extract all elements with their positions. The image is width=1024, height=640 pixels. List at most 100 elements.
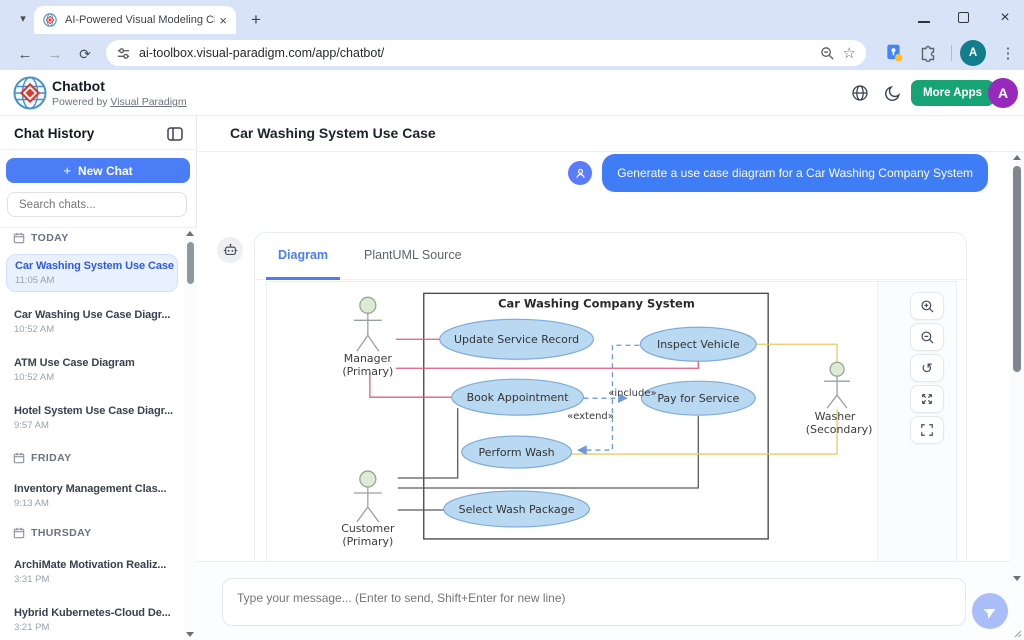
actor-name: Washer	[815, 410, 856, 423]
resize-grip[interactable]	[1012, 628, 1022, 638]
reload-button[interactable]: ⟳	[72, 41, 98, 67]
scroll-up-arrow[interactable]	[186, 231, 194, 236]
user-message-avatar	[568, 161, 592, 185]
globe-icon[interactable]	[851, 84, 869, 102]
scroll-up-arrow[interactable]	[1013, 155, 1021, 160]
chat-item[interactable]: ArchiMate Motivation Realiz... 3:31 PM	[6, 554, 178, 590]
page-zoom-icon[interactable]	[820, 46, 835, 61]
diagram-toolbar: ↺	[910, 292, 944, 444]
more-apps-button[interactable]: More Apps	[911, 80, 994, 106]
actor-washer	[824, 362, 850, 408]
section-header-today: TODAY	[13, 232, 69, 244]
browser-tab[interactable]: AI-Powered Visual Modeling Ch ×	[34, 6, 236, 34]
chat-item-time: 3:21 PM	[14, 622, 170, 633]
actor-customer	[354, 471, 382, 522]
plus-icon: +	[63, 163, 71, 178]
window-close-button[interactable]: ×	[995, 8, 1015, 28]
response-card: Diagram PlantUML Source	[254, 232, 967, 561]
send-button[interactable]	[972, 593, 1008, 629]
use-case-label: Book Appointment	[467, 391, 570, 404]
sidebar-scrollbar[interactable]	[184, 228, 197, 640]
chat-item-title: Car Washing Use Case Diagr...	[14, 309, 170, 321]
actor-manager	[354, 297, 382, 351]
new-chat-label: New Chat	[78, 164, 133, 178]
back-button[interactable]: ←	[12, 41, 38, 67]
calendar-icon	[13, 232, 25, 244]
sidebar: Chat History + New Chat TODAY Car Washin…	[0, 116, 197, 640]
chat-item-time: 11:05 AM	[15, 275, 169, 286]
window-minimize-button[interactable]	[918, 21, 930, 23]
profile-initial: A	[969, 47, 977, 59]
composer-bar	[197, 561, 1024, 640]
chat-item-selected[interactable]: Car Washing System Use Case 11:05 AM	[6, 254, 178, 292]
plus-icon: +	[251, 10, 261, 30]
powered-by-link[interactable]: Visual Paradigm	[110, 96, 186, 108]
site-settings-icon[interactable]	[116, 46, 131, 61]
window-maximize-button[interactable]	[958, 12, 969, 23]
use-case-label: Select Wash Package	[459, 503, 575, 516]
bookmark-star-icon[interactable]: ☆	[843, 46, 856, 61]
chat-item-title: Car Washing System Use Case	[15, 260, 169, 272]
chat-item[interactable]: Hybrid Kubernetes-Cloud De... 3:21 PM	[6, 602, 178, 638]
diagram-viewport: Car Washing Company System	[266, 281, 957, 561]
scrollbar-thumb[interactable]	[1013, 166, 1021, 372]
main-panel: Car Washing System Use Case Generate a u…	[197, 116, 1024, 640]
chat-item-time: 9:13 AM	[14, 498, 170, 509]
tab-label: Diagram	[278, 248, 328, 262]
chat-item[interactable]: ATM Use Case Diagram 10:52 AM	[6, 352, 178, 388]
address-bar[interactable]: ai-toolbox.visual-paradigm.com/app/chatb…	[106, 40, 866, 66]
password-manager-icon[interactable]	[884, 43, 904, 63]
collapse-panel-icon[interactable]	[166, 125, 184, 143]
section-label: TODAY	[31, 232, 69, 244]
expand-button[interactable]	[910, 385, 944, 413]
search-chats-input[interactable]	[7, 192, 187, 217]
chat-item-time: 10:52 AM	[14, 372, 170, 383]
message-input[interactable]	[222, 578, 966, 626]
browser-profile-avatar[interactable]: A	[960, 40, 986, 66]
tab-search-button[interactable]: ▾	[12, 9, 34, 27]
tab-label: PlantUML Source	[364, 248, 462, 262]
actor-name: Customer	[341, 522, 395, 535]
scroll-down-arrow[interactable]	[186, 632, 194, 637]
use-case-diagram-canvas: Car Washing Company System	[267, 282, 878, 561]
extensions-puzzle-icon[interactable]	[920, 44, 938, 62]
chat-item-title: Inventory Management Clas...	[14, 483, 170, 495]
use-case-label: Update Service Record	[454, 333, 579, 346]
user-message-row: Generate a use case diagram for a Car Wa…	[568, 154, 988, 192]
user-avatar[interactable]: A	[988, 78, 1018, 108]
chat-item[interactable]: Inventory Management Clas... 9:13 AM	[6, 478, 178, 514]
new-chat-button[interactable]: + New Chat	[6, 158, 190, 183]
more-apps-label: More Apps	[923, 87, 982, 99]
browser-menu-button[interactable]: ⋮	[996, 41, 1020, 65]
zoom-in-button[interactable]	[910, 292, 944, 320]
scrollbar-thumb[interactable]	[187, 242, 194, 284]
browser-chrome: ▾ AI-Powered Visual Modeling Ch × + × ← …	[0, 0, 1024, 70]
tab-plantuml-source[interactable]: PlantUML Source	[352, 233, 474, 280]
app-header: Chatbot Powered by Visual Paradigm More …	[0, 70, 1024, 116]
chat-scrollbar[interactable]	[1010, 152, 1024, 584]
dark-mode-moon-icon[interactable]	[884, 84, 902, 102]
sidebar-title: Chat History	[14, 126, 94, 141]
zoom-out-button[interactable]	[910, 323, 944, 351]
tab-diagram[interactable]: Diagram	[266, 233, 340, 280]
app-title: Chatbot	[52, 78, 105, 94]
chat-history-list: TODAY Car Washing System Use Case 11:05 …	[0, 228, 183, 640]
forward-button[interactable]: →	[42, 41, 68, 67]
new-tab-button[interactable]: +	[244, 8, 268, 32]
page-title: Car Washing System Use Case	[230, 125, 436, 141]
system-title: Car Washing Company System	[498, 296, 695, 310]
section-header-thursday: THURSDAY	[13, 527, 92, 539]
tab-close-icon[interactable]: ×	[219, 13, 227, 28]
scroll-down-arrow[interactable]	[1013, 576, 1021, 581]
fullscreen-button[interactable]	[910, 416, 944, 444]
chat-item[interactable]: Car Washing Use Case Diagr... 10:52 AM	[6, 304, 178, 340]
reset-view-button[interactable]: ↺	[910, 354, 944, 382]
chat-item[interactable]: Hotel System Use Case Diagr... 9:57 AM	[6, 400, 178, 436]
url-text: ai-toolbox.visual-paradigm.com/app/chatb…	[139, 46, 384, 60]
robot-icon	[223, 243, 238, 258]
chat-item-time: 10:52 AM	[14, 324, 170, 335]
browser-window: ▾ AI-Powered Visual Modeling Ch × + × ← …	[0, 0, 1024, 640]
chat-item-time: 9:57 AM	[14, 420, 170, 431]
assistant-avatar	[217, 237, 243, 263]
calendar-icon	[13, 452, 25, 464]
